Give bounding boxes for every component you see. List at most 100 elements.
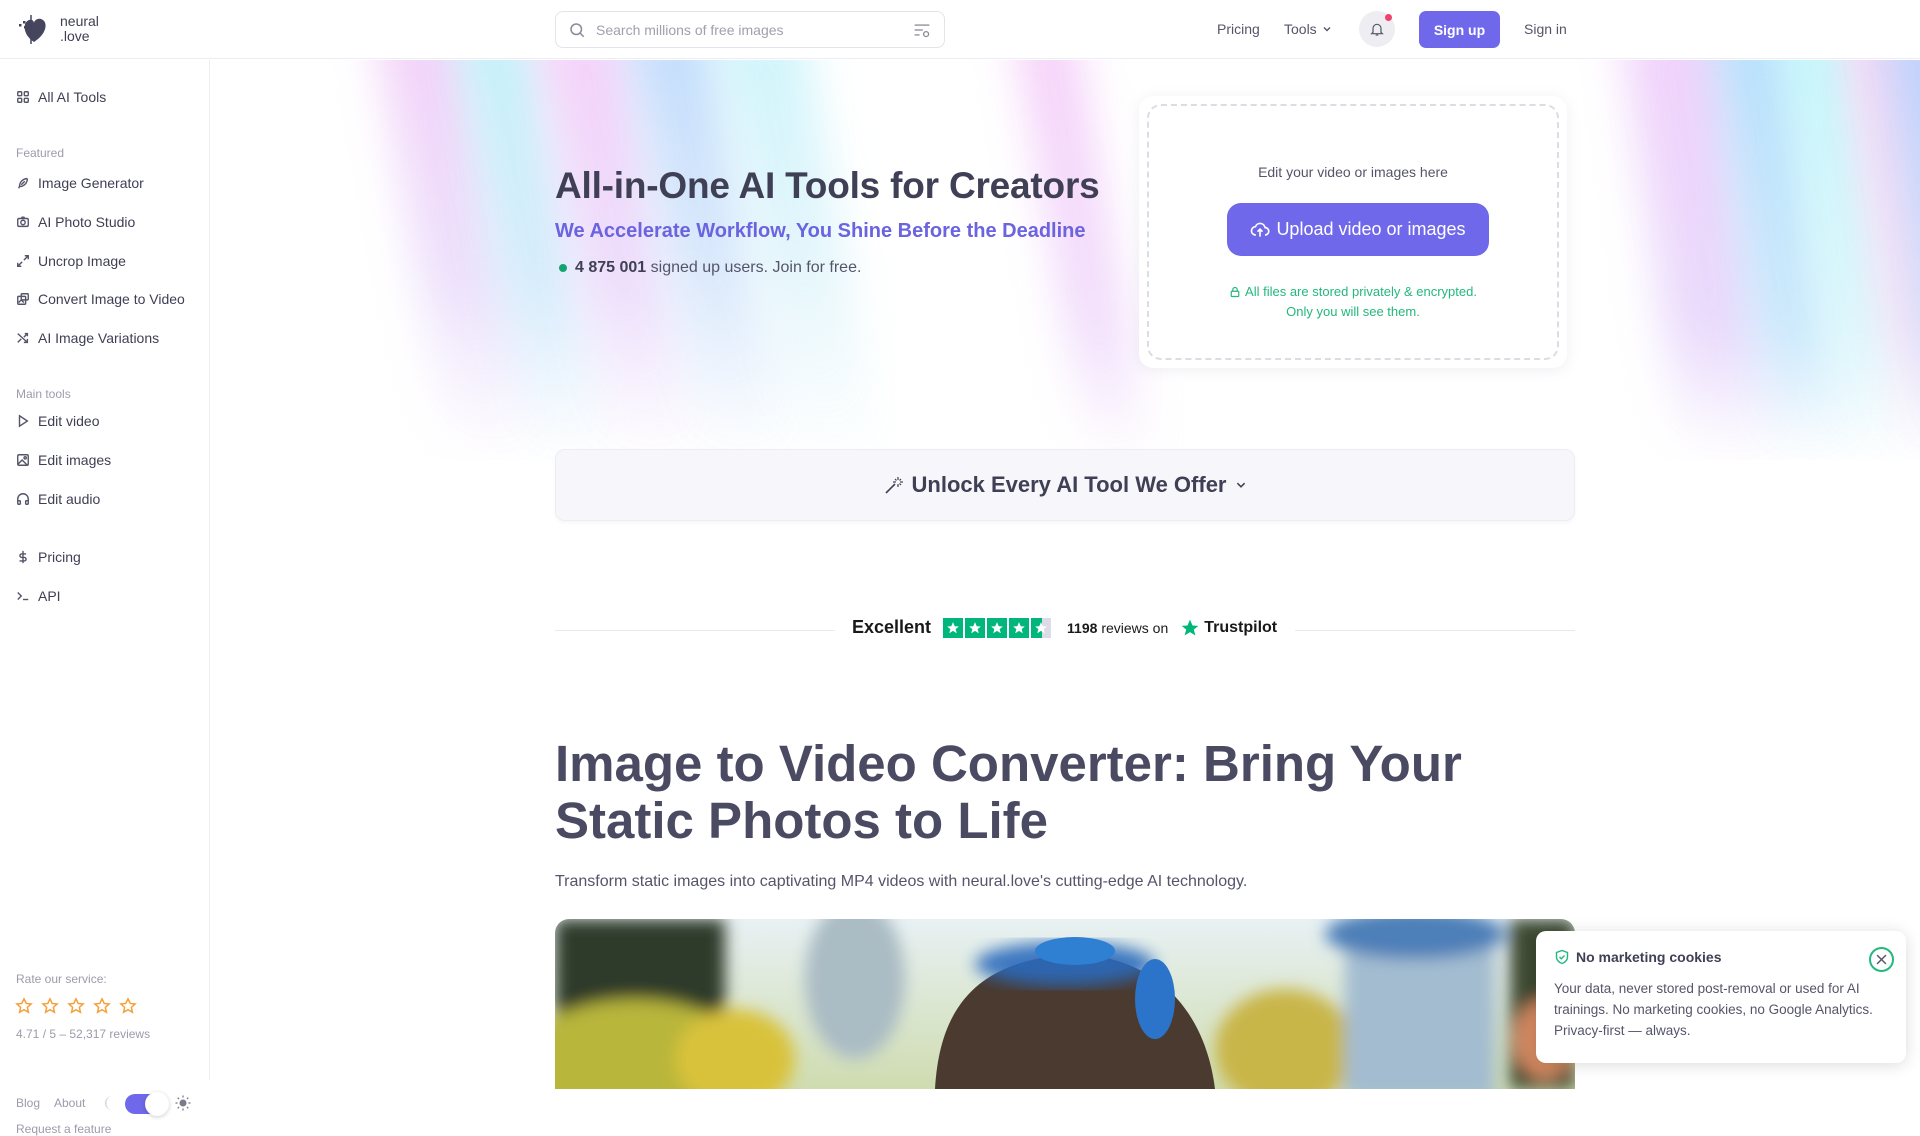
sidebar-item-image-generator[interactable]: Image Generator [16,175,144,191]
sidebar-item-api[interactable]: API [16,588,61,604]
sidebar-item-label: All AI Tools [38,89,107,105]
sidebar-item-uncrop-image[interactable]: Uncrop Image [16,253,126,269]
star-icon[interactable] [15,997,33,1015]
online-status-dot [559,264,567,272]
chevron-down-icon [1236,482,1245,488]
privacy-note: All files are stored privately & encrypt… [1149,282,1557,322]
heart-logo-icon [19,15,46,44]
sidebar-item-edit-audio[interactable]: Edit audio [16,491,100,507]
magic-wand-icon [884,477,903,494]
reviews-on-text: reviews on [1101,619,1169,636]
tp-star-half [1031,617,1052,638]
privacy-line2: Only you will see them. [1286,304,1420,319]
star-icon [969,621,981,633]
hero-gradient-background [211,60,1920,460]
upload-card: Edit your video or images here Upload vi… [1139,96,1567,368]
image-icon [17,454,29,466]
star-icon [1013,621,1025,633]
cookie-title-text: No marketing cookies [1576,949,1722,965]
hero-subtitle: We Accelerate Workflow, You Shine Before… [555,220,1086,242]
sidebar-item-pricing[interactable]: Pricing [16,549,81,565]
divider-right [1295,630,1575,631]
logo-text: neural .love [60,14,99,44]
search-input[interactable] [596,21,912,38]
nav-pricing-link[interactable]: Pricing [1217,21,1260,37]
camera-icon [17,216,29,228]
lock-icon [1230,286,1240,298]
bell-icon [1370,23,1384,36]
rating-stars [15,997,137,1015]
rating-summary: 4.71 / 5 – 52,317 reviews [16,1027,151,1041]
sidebar: All AI Tools Featured Image Generator AI… [0,60,210,1136]
play-icon [18,414,29,428]
star-icon[interactable] [67,997,85,1015]
sidebar-item-label: AI Photo Studio [38,214,136,230]
logo-line2: .love [60,28,90,44]
logo-line1: neural [60,13,99,29]
sidebar-item-ai-photo-studio[interactable]: AI Photo Studio [16,214,135,230]
sidebar-item-edit-images[interactable]: Edit images [16,452,111,468]
cookie-body: Your data, never stored post-removal or … [1554,981,1873,1038]
upload-label: Edit your video or images here [1258,164,1448,180]
trustpilot-brand: Trustpilot [1180,618,1277,638]
moon-icon [105,1096,112,1110]
featured-heading: Featured [16,146,65,160]
cloud-upload-icon [1251,222,1271,237]
grid-icon [17,91,29,103]
tp-star [1009,617,1030,638]
toggle-knob [145,1092,169,1116]
star-icon[interactable] [41,997,59,1015]
star-icon [991,621,1003,633]
search-bar[interactable] [555,11,945,48]
tp-star [987,617,1008,638]
unlock-tools-accordion[interactable]: Unlock Every AI Tool We Offer [555,449,1575,521]
headphones-icon [17,493,29,505]
close-icon [1876,954,1887,965]
chevron-down-icon [1323,27,1331,32]
review-count: 1198 [1067,619,1098,636]
feather-icon [17,177,29,189]
sidebar-item-label: Image Generator [38,175,144,191]
trustpilot-widget[interactable]: Excellent 1198 reviews on Trustpilot [852,617,1277,638]
trustpilot-star-icon [1181,619,1199,635]
tp-star [965,617,986,638]
filter-settings-icon[interactable] [912,21,932,39]
user-count-text: signed up users. Join for free. [650,259,862,276]
divider-left [555,630,835,631]
cookie-close-button[interactable] [1869,947,1894,972]
nav-tools-dropdown[interactable]: Tools [1284,21,1332,37]
sidebar-item-ai-image-variations[interactable]: AI Image Variations [16,330,159,346]
star-icon[interactable] [93,997,111,1015]
photo-girl-flower-crown [555,919,1575,1089]
notifications-button[interactable] [1359,11,1395,47]
trustpilot-stars [943,617,1052,638]
sign-in-link[interactable]: Sign in [1524,21,1567,37]
upload-button[interactable]: Upload video or images [1227,203,1489,256]
sidebar-item-edit-video[interactable]: Edit video [16,413,99,429]
star-icon [1035,621,1047,633]
sidebar-item-convert-image-to-video[interactable]: Convert Image to Video [16,291,185,307]
blog-link[interactable]: Blog [16,1096,40,1110]
upload-dropzone[interactable]: Edit your video or images here Upload vi… [1147,104,1559,360]
sidebar-item-label: API [38,588,61,604]
about-link[interactable]: About [54,1096,85,1110]
search-icon [570,22,585,37]
request-feature-link[interactable]: Request a feature [16,1122,111,1136]
sidebar-item-label: Pricing [38,549,81,565]
sidebar-item-label: Edit images [38,452,112,468]
star-icon[interactable] [119,997,137,1015]
shuffle-icon [17,332,29,344]
sun-icon [175,1095,191,1111]
expand-icon [17,255,29,267]
logo[interactable]: neural .love [14,12,99,46]
section-lead: Transform static images into captivating… [555,873,1248,890]
sign-up-button[interactable]: Sign up [1419,11,1500,48]
theme-toggle[interactable] [125,1092,169,1116]
main-tools-heading: Main tools [16,387,71,401]
dollar-icon [19,550,27,564]
sidebar-item-label: AI Image Variations [38,330,160,346]
cookie-title: No marketing cookies [1554,949,1722,965]
privacy-line1: All files are stored privately & encrypt… [1245,284,1477,299]
sidebar-item-all-ai-tools[interactable]: All AI Tools [16,89,106,105]
tp-star [943,617,964,638]
